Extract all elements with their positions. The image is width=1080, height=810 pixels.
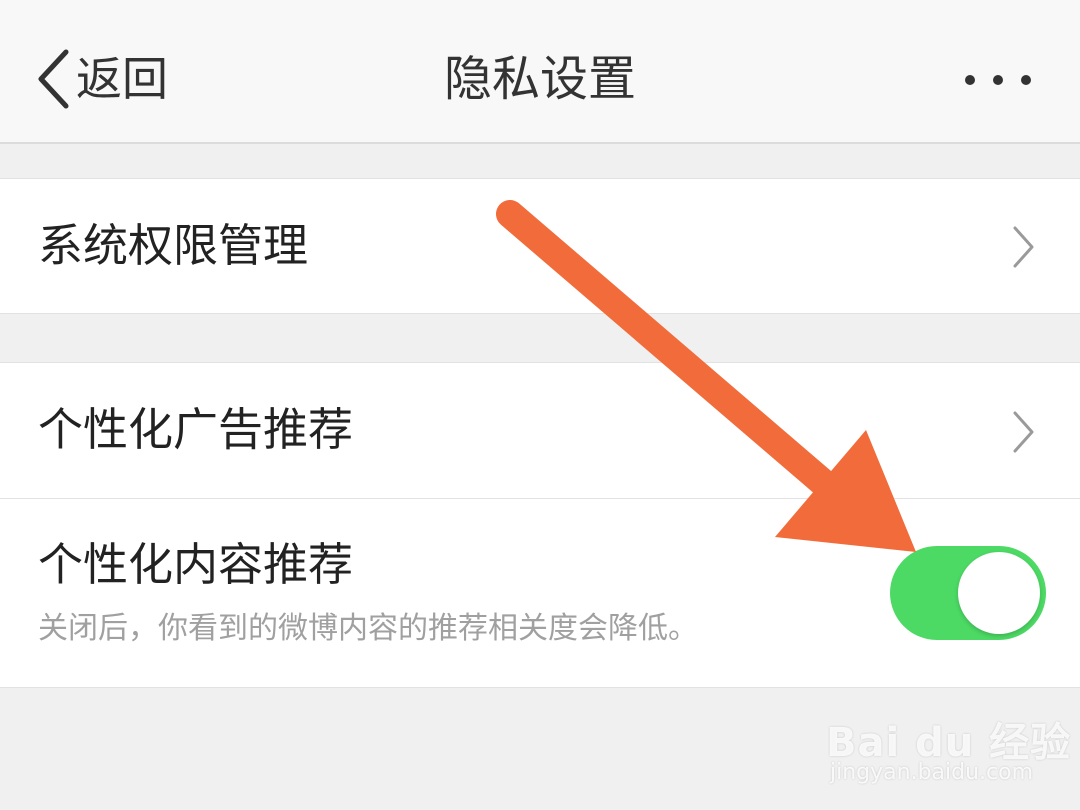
watermark-brand: Bai du 经验 — [826, 720, 1072, 766]
system-permissions-row[interactable]: 系统权限管理 — [0, 178, 1080, 314]
chevron-left-icon — [38, 49, 69, 109]
ad-recommendation-label: 个性化广告推荐 — [38, 403, 354, 456]
watermark-url: jingyan.baidu.com — [830, 760, 1034, 785]
system-permissions-label: 系统权限管理 — [38, 219, 309, 272]
chevron-right-icon — [1013, 226, 1034, 268]
more-icon — [965, 75, 1031, 85]
navigation-bar: 返回 隐私设置 — [0, 0, 1080, 144]
toggle-knob — [958, 552, 1040, 634]
content-recommendation-label: 个性化内容推荐 — [38, 538, 354, 591]
more-button[interactable] — [960, 60, 1040, 100]
back-label: 返回 — [76, 52, 168, 106]
baidu-jingyan-watermark: Bai du 经验 jingyan.baidu.com — [826, 692, 1070, 792]
chevron-right-icon — [1013, 411, 1034, 453]
content-recommendation-toggle[interactable] — [890, 546, 1046, 640]
content-recommendation-description: 关闭后，你看到的微博内容的推荐相关度会降低。 — [38, 611, 698, 646]
ad-recommendation-row[interactable]: 个性化广告推荐 — [0, 362, 1080, 498]
back-button[interactable]: 返回 — [36, 46, 168, 112]
